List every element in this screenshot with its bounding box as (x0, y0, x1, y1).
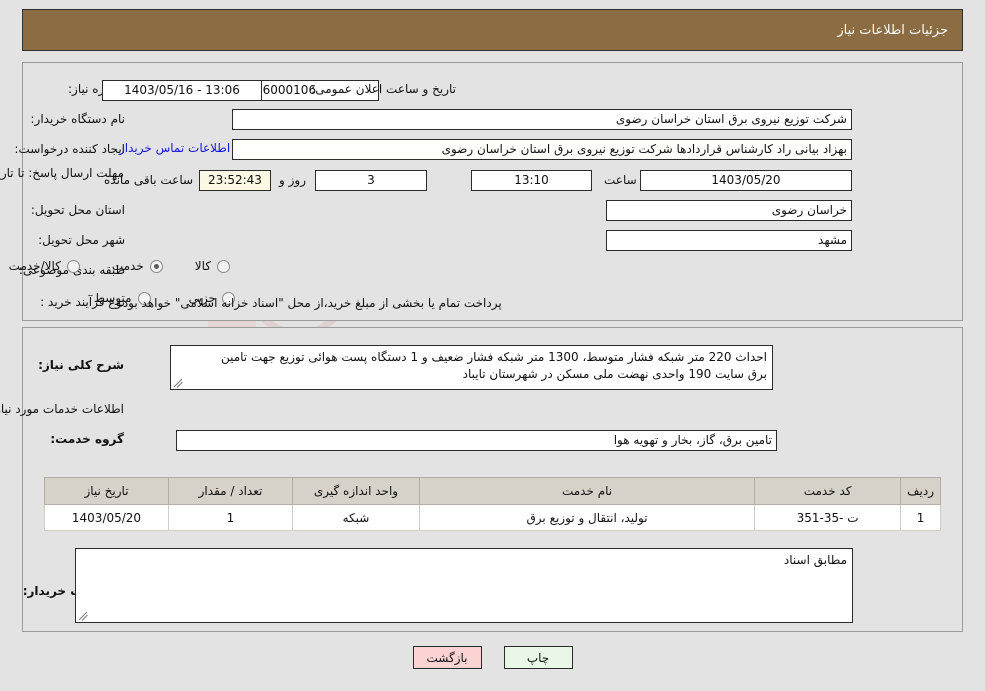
service-group-row: گروه خدمت: (50, 432, 124, 446)
resize-grip-icon[interactable] (173, 378, 183, 388)
city-label: شهر محل تحویل: (38, 233, 125, 247)
classification-option-1-label: خدمت (111, 259, 144, 273)
classification-option-kala-khedmat[interactable]: کالا/خدمت (7, 259, 80, 273)
requester-value: بهزاد بیانی راد کارشناس قراردادها شرکت ت… (232, 139, 852, 160)
buyer-org-value: شرکت توزیع نیروی برق استان خراسان رضوی (232, 109, 852, 130)
buyer-contact-link[interactable]: اطلاعات تماس خریدار (119, 141, 230, 155)
buyer-org-row: نام دستگاه خریدار: (31, 112, 126, 126)
general-description-label: شرح کلی نیاز: (38, 358, 124, 372)
classification-option-2-label: کالا/خدمت (8, 259, 61, 273)
table-cell-code: ت -35-351 (754, 504, 902, 531)
radio-khedmat[interactable] (149, 259, 163, 273)
resize-grip-icon[interactable] (78, 611, 88, 621)
deadline-hour-label: ساعت (604, 173, 637, 187)
table-header-code: کد خدمت (754, 477, 902, 505)
announce-datetime-value: 13:06 - 1403/05/16 (102, 80, 262, 101)
table-header-row: ردیف کد خدمت نام خدمت واحد اندازه گیری ت… (44, 477, 941, 505)
buyer-notes-text: مطابق اسناد (783, 553, 847, 567)
page-title: جزئیات اطلاعات نیاز (837, 22, 948, 38)
general-description-line1: احداث 220 متر شبکه فشار متوسط، 1300 متر … (220, 350, 767, 364)
classification-option-kala[interactable]: کالا (193, 259, 230, 273)
province-label: استان محل تحویل: (30, 203, 125, 217)
city-value: مشهد (606, 230, 852, 251)
deadline-date: 1403/05/20 (640, 170, 852, 191)
classification-option-0-label: کالا (194, 259, 211, 273)
deadline-time: 13:10 (471, 170, 592, 191)
classification-options: کالا خدمت کالا/خدمت (7, 259, 230, 273)
services-section-title: اطلاعات خدمات مورد نیاز (0, 402, 124, 416)
table-header-quantity: تعداد / مقدار (168, 477, 293, 505)
buyer-notes-value[interactable]: مطابق اسناد (75, 548, 853, 623)
table-cell-need-date: 1403/05/20 (44, 504, 169, 531)
general-description-row: شرح کلی نیاز: (38, 358, 124, 372)
requester-label: ایجاد کننده درخواست: (14, 142, 125, 156)
deadline-days: 3 (315, 170, 427, 191)
table-cell-index: 1 (900, 504, 941, 531)
table-cell-quantity: 1 (168, 504, 293, 531)
table-cell-unit: شبکه (292, 504, 420, 531)
province-row: استان محل تحویل: (31, 203, 125, 217)
table-header-index: ردیف (900, 477, 941, 505)
print-button[interactable]: چاپ (503, 646, 573, 669)
services-table: ردیف کد خدمت نام خدمت واحد اندازه گیری ت… (44, 477, 941, 531)
service-group-value: تامین برق، گاز، بخار و تهویه هوا (176, 430, 777, 451)
table-cell-name: تولید، انتقال و توزیع برق (418, 504, 756, 531)
requester-row: ایجاد کننده درخواست: (14, 142, 125, 156)
service-group-label: گروه خدمت: (50, 432, 124, 446)
general-description-line2: برق سایت 190 واحدی نهضت ملی مسکن در شهرس… (462, 367, 767, 381)
purchase-process-note: پرداخت تمام یا بخشی از مبلغ خرید،از محل … (119, 296, 502, 310)
table-header-name: نام خدمت (418, 477, 756, 505)
classification-option-khedmat[interactable]: خدمت (110, 259, 163, 273)
table-header-unit: واحد اندازه گیری (292, 477, 420, 505)
button-bar: چاپ بازگشت (0, 646, 985, 669)
table-header-need-date: تاریخ نیاز (44, 477, 169, 505)
city-row: شهر محل تحویل: (38, 233, 125, 247)
buyer-org-label: نام دستگاه خریدار: (30, 112, 126, 126)
page-root: AriaTender.net جزئیات اطلاعات نیاز شماره… (0, 0, 985, 691)
deadline-days-label: روز و (279, 173, 306, 187)
table-row: 1 ت -35-351 تولید، انتقال و توزیع برق شب… (44, 504, 941, 531)
deadline-countdown: 23:52:43 (199, 170, 271, 191)
announce-datetime-row: تاریخ و ساعت اعلان عمومی: (311, 82, 456, 96)
announce-datetime-label: تاریخ و ساعت اعلان عمومی: (311, 82, 456, 96)
radio-kala-khedmat[interactable] (66, 259, 80, 273)
page-header: جزئیات اطلاعات نیاز (22, 9, 963, 51)
back-button[interactable]: بازگشت (412, 646, 482, 669)
radio-kala[interactable] (217, 259, 230, 273)
deadline-remaining-label: ساعت باقی مانده (104, 173, 194, 187)
province-value: خراسان رضوی (606, 200, 852, 221)
general-description-value[interactable]: احداث 220 متر شبکه فشار متوسط، 1300 متر … (170, 345, 773, 390)
